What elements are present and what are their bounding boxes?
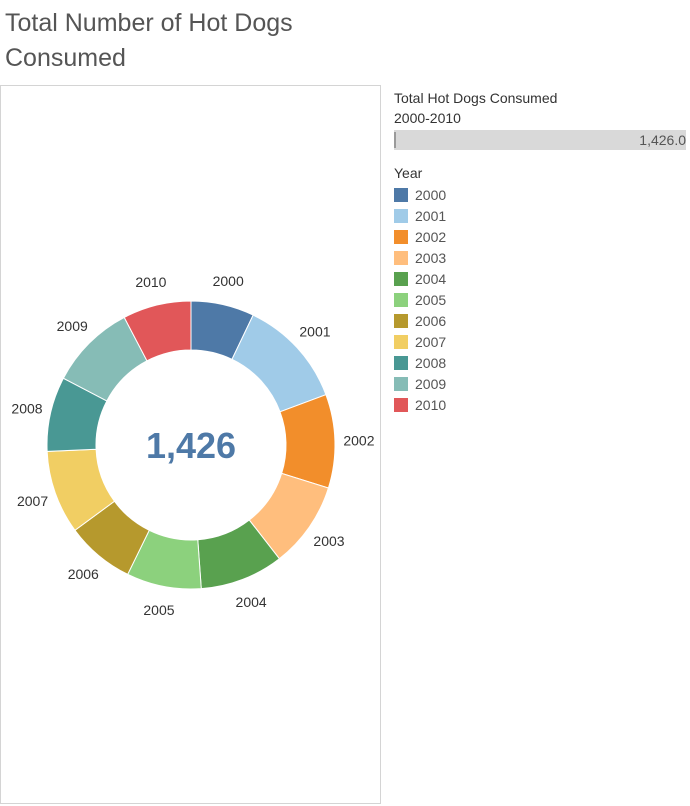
legend-label: 2010 bbox=[415, 396, 447, 413]
slice-label-2008: 2008 bbox=[11, 401, 42, 417]
legend-label: 2006 bbox=[415, 312, 447, 329]
slice-label-2010: 2010 bbox=[135, 274, 166, 290]
donut-chart: 2000 2001 2002 2003 2004 2005 2006 2007 2008 2009… bbox=[11, 273, 374, 618]
legend-item-2005[interactable]: 2005 bbox=[394, 289, 690, 310]
legend-label: 2008 bbox=[415, 354, 447, 371]
legend-item-2009[interactable]: 2009 bbox=[394, 373, 690, 394]
slice-label-2006: 2006 bbox=[68, 566, 99, 582]
legend-swatch bbox=[394, 229, 408, 244]
legend-item-2008[interactable]: 2008 bbox=[394, 352, 690, 373]
slice-label-2007: 2007 bbox=[17, 493, 48, 509]
center-total-label: 1,426 bbox=[146, 425, 236, 466]
legend-title: Year bbox=[394, 165, 423, 181]
legend-item-2003[interactable]: 2003 bbox=[394, 247, 690, 268]
legend-swatch bbox=[394, 334, 408, 349]
legend-label: 2009 bbox=[415, 375, 447, 392]
legend-items: 2000 2001 2002 2003 2004 2005 2006 2007 2008 2009… bbox=[394, 184, 690, 415]
legend-swatch bbox=[394, 271, 408, 286]
legend-label: 2007 bbox=[415, 333, 447, 350]
slice-label-2000: 2000 bbox=[213, 273, 244, 289]
slice-label-2002: 2002 bbox=[343, 433, 374, 449]
legend-label: 2004 bbox=[415, 270, 447, 287]
legend-swatch bbox=[394, 208, 408, 223]
legend-swatch bbox=[394, 250, 408, 265]
chart-title: Total Number of Hot Dogs Consumed bbox=[5, 9, 293, 72]
legend-item-2000[interactable]: 2000 bbox=[394, 184, 690, 205]
legend-item-2004[interactable]: 2004 bbox=[394, 268, 690, 289]
legend-swatch bbox=[394, 397, 408, 412]
legend-swatch bbox=[394, 292, 408, 307]
slice-2002[interactable] bbox=[279, 394, 336, 489]
chart-frame: 2000 2001 2002 2003 2004 2005 2006 2007 2008 2009… bbox=[0, 85, 381, 804]
legend-label: 2001 bbox=[415, 207, 447, 224]
filter-subtitle: 2000-2010 bbox=[394, 110, 461, 126]
legend-label: 2000 bbox=[415, 186, 447, 203]
legend-swatch bbox=[394, 313, 408, 328]
slice-label-2009: 2009 bbox=[57, 318, 88, 334]
filter-title: Total Hot Dogs Consumed bbox=[394, 90, 558, 106]
legend: Year 2000 2001 2002 2003 2004 2005 2006 2007 200… bbox=[394, 163, 690, 415]
legend-item-2001[interactable]: 2001 bbox=[394, 205, 690, 226]
side-panel: Total Hot Dogs Consumed 2000-2010 1,426.… bbox=[394, 88, 690, 415]
slice-label-2003: 2003 bbox=[313, 533, 344, 549]
legend-swatch bbox=[394, 376, 408, 391]
slider-handle[interactable] bbox=[394, 132, 396, 148]
legend-item-2002[interactable]: 2002 bbox=[394, 226, 690, 247]
slice-label-2004: 2004 bbox=[236, 594, 267, 610]
legend-item-2007[interactable]: 2007 bbox=[394, 331, 690, 352]
legend-swatch bbox=[394, 187, 408, 202]
legend-label: 2005 bbox=[415, 291, 447, 308]
total-slider[interactable]: 1,426.0 bbox=[394, 130, 686, 150]
legend-item-2006[interactable]: 2006 bbox=[394, 310, 690, 331]
slice-label-2005: 2005 bbox=[143, 602, 174, 618]
slice-label-2001: 2001 bbox=[299, 324, 330, 340]
legend-swatch bbox=[394, 355, 408, 370]
legend-item-2010[interactable]: 2010 bbox=[394, 394, 690, 415]
slider-value: 1,426.0 bbox=[639, 132, 686, 148]
legend-label: 2002 bbox=[415, 228, 447, 245]
legend-label: 2003 bbox=[415, 249, 447, 266]
